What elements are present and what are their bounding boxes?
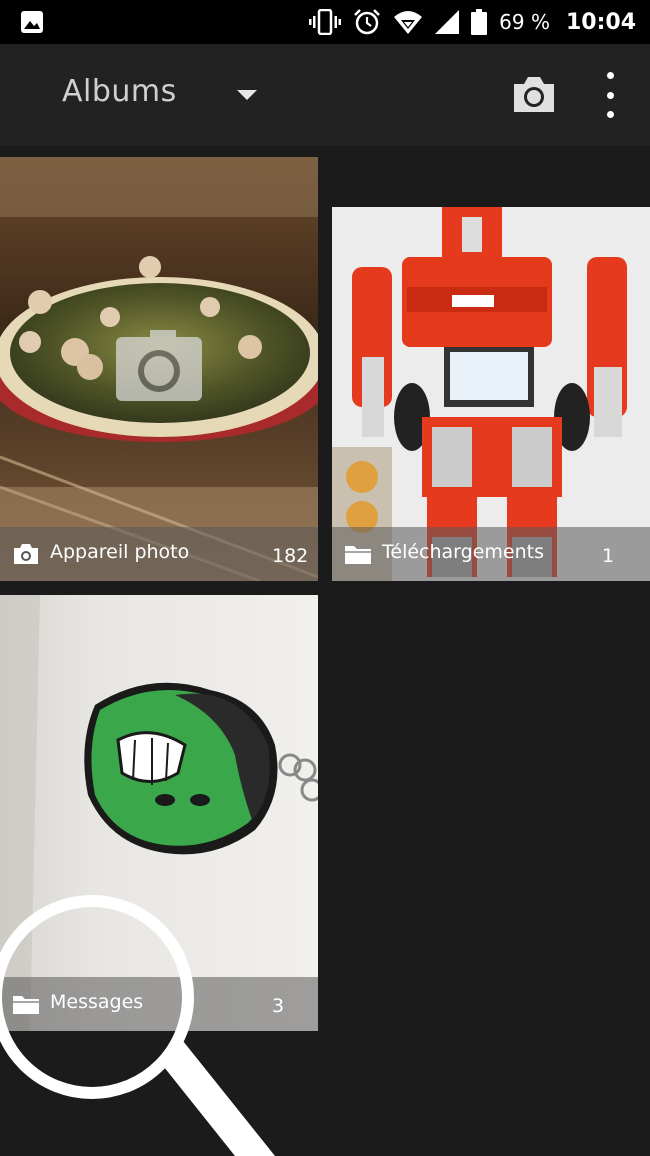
album-tile-telechargements[interactable]: Téléchargements 1 bbox=[332, 157, 650, 581]
album-footer: Appareil photo 182 bbox=[0, 527, 318, 581]
image-notification-icon bbox=[21, 11, 43, 33]
wifi-icon bbox=[394, 11, 423, 34]
album-thumbnail bbox=[0, 157, 318, 581]
folder-icon bbox=[345, 546, 371, 564]
battery-icon bbox=[471, 9, 488, 35]
folder-icon bbox=[13, 996, 39, 1014]
album-count: 1 bbox=[602, 545, 615, 567]
album-footer: Messages 3 bbox=[0, 977, 318, 1031]
album-name: Téléchargements bbox=[382, 541, 544, 563]
camera-icon[interactable] bbox=[510, 74, 558, 114]
album-tile-appareil-photo[interactable]: Appareil photo 182 bbox=[0, 157, 318, 581]
page-title: Albums bbox=[62, 74, 177, 109]
more-options-icon[interactable] bbox=[596, 72, 624, 118]
album-count: 182 bbox=[272, 545, 309, 567]
app-bar: Albums bbox=[0, 44, 650, 146]
album-thumbnail bbox=[332, 157, 650, 581]
dropdown-arrow-icon[interactable] bbox=[237, 90, 257, 100]
album-thumbnail bbox=[0, 595, 318, 1031]
battery-percentage: 69 % bbox=[499, 10, 550, 34]
alarm-icon bbox=[354, 9, 381, 35]
status-bar: 69 % 10:04 bbox=[0, 0, 650, 44]
album-name: Messages bbox=[50, 991, 144, 1013]
album-name: Appareil photo bbox=[50, 541, 190, 563]
signal-icon bbox=[435, 10, 460, 34]
camera-icon bbox=[14, 544, 38, 564]
vibrate-icon bbox=[309, 9, 342, 35]
album-tile-messages[interactable]: Messages 3 bbox=[0, 595, 318, 1031]
album-filter-dropdown[interactable]: Albums bbox=[62, 74, 177, 109]
album-count: 3 bbox=[272, 995, 285, 1017]
clock-time: 10:04 bbox=[565, 9, 636, 35]
album-footer: Téléchargements 1 bbox=[332, 527, 650, 581]
